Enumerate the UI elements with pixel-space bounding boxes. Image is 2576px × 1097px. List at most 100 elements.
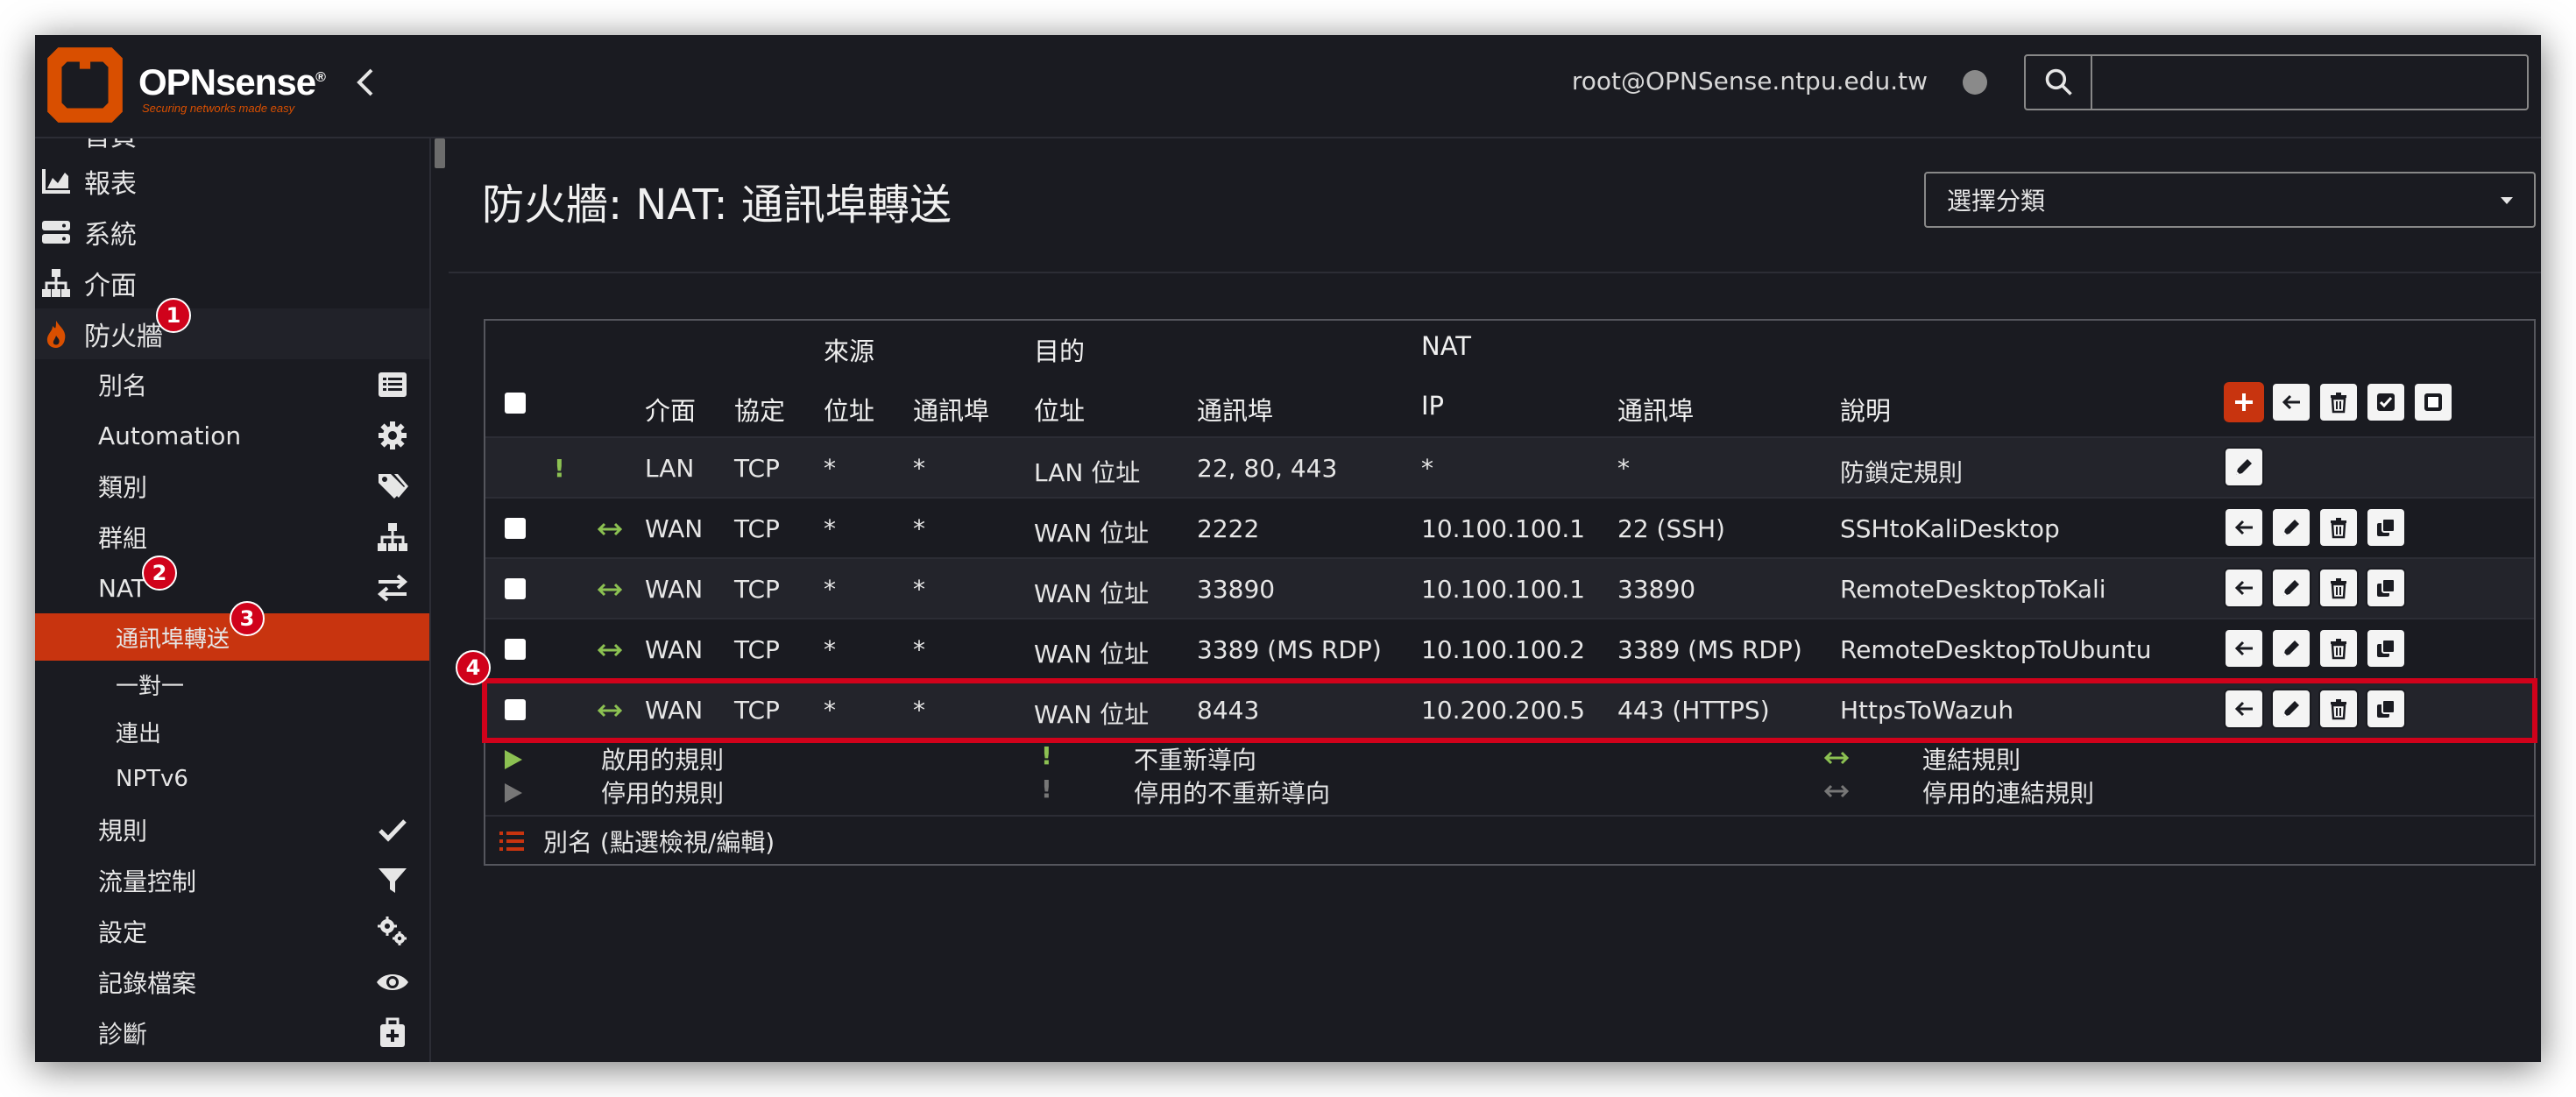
trash-icon xyxy=(2331,393,2346,414)
play-enabled-icon xyxy=(505,750,522,769)
cell-dst-port: 2222 xyxy=(1197,514,1260,543)
sidebar-item-categories[interactable]: 類別 xyxy=(35,461,429,512)
cell-src-port: * xyxy=(913,514,925,543)
delete-rule-button[interactable] xyxy=(2318,568,2359,608)
group-header-destination: 目的 xyxy=(1034,336,1086,366)
pencil-icon xyxy=(2283,641,2299,656)
page-title: 防火牆: NAT: 通訊埠轉送 xyxy=(482,180,952,230)
col-header-src-port[interactable]: 通訊埠 xyxy=(913,391,989,428)
sidebar-item-shaper[interactable]: 流量控制 xyxy=(35,855,429,906)
sidebar-scrollbar[interactable] xyxy=(431,138,449,1062)
delete-rule-button[interactable] xyxy=(2318,689,2359,729)
move-rule-button[interactable] xyxy=(2224,568,2264,608)
select-all-checkbox[interactable] xyxy=(505,393,526,414)
opnsense-window: OPNsense® Securing networks made easy ro… xyxy=(35,35,2541,1062)
sidebar-item-diagnostics[interactable]: 診斷 xyxy=(35,1008,429,1058)
table-header: 介面 協定 位址 通訊埠 位址 通訊埠 IP 通訊埠 說明 xyxy=(485,373,2534,438)
move-rule-button[interactable] xyxy=(2224,628,2264,669)
row-checkbox[interactable] xyxy=(505,699,526,720)
user-label[interactable]: root@OPNSense.ntpu.edu.tw xyxy=(1572,67,1928,96)
chevron-left-icon[interactable] xyxy=(349,65,384,100)
search-input[interactable] xyxy=(2091,54,2529,110)
sidebar-item-log-files[interactable]: 記錄檔案 xyxy=(35,957,429,1008)
col-header-nat-ip[interactable]: IP xyxy=(1421,391,1444,421)
sidebar-item-firewall[interactable]: 防火牆 1 xyxy=(35,298,429,359)
linked-rule-icon[interactable] xyxy=(596,641,624,660)
category-select[interactable]: 選擇分類 xyxy=(1924,172,2536,228)
sidebar-item-automation[interactable]: Automation xyxy=(35,410,429,461)
cell-src-address: * xyxy=(824,454,836,483)
row-checkbox[interactable] xyxy=(505,578,526,599)
alias-list-icon xyxy=(499,832,524,851)
col-header-dst-address[interactable]: 位址 xyxy=(1034,391,1085,428)
legend-linked: 連結規則 xyxy=(1922,746,2021,775)
sidebar-item-groups[interactable]: 群組 xyxy=(35,512,429,563)
sidebar-item-system[interactable]: 系統 xyxy=(35,207,429,258)
col-header-src-address[interactable]: 位址 xyxy=(824,391,874,428)
col-header-interface[interactable]: 介面 xyxy=(645,391,696,428)
move-rule-button[interactable] xyxy=(2224,689,2264,729)
col-header-dst-port[interactable]: 通訊埠 xyxy=(1197,391,1273,428)
table-row[interactable]: WAN TCP * * WAN 位址 2222 10.100.100.1 22 (SSH) SS… xyxy=(485,499,2534,559)
brand-text: OPNsense xyxy=(138,61,316,103)
table-row[interactable]: ! LAN TCP * * LAN 位址 22, 80, 443 * * 防鎖定… xyxy=(485,438,2534,499)
linked-rule-icon[interactable] xyxy=(596,580,624,599)
col-header-description[interactable]: 說明 xyxy=(1840,391,1891,428)
move-selected-button[interactable] xyxy=(2271,382,2311,422)
edit-rule-button[interactable] xyxy=(2271,628,2311,669)
clone-rule-button[interactable] xyxy=(2366,507,2406,548)
brand-tagline: Securing networks made easy xyxy=(142,102,295,115)
opnsense-logo-icon[interactable] xyxy=(40,40,130,130)
linked-rule-icon[interactable] xyxy=(596,701,624,720)
row-checkbox[interactable] xyxy=(505,518,526,539)
sidebar-item-reports[interactable]: 報表 xyxy=(35,156,429,207)
clone-rule-button[interactable] xyxy=(2366,628,2406,669)
delete-selected-button[interactable] xyxy=(2318,382,2359,422)
disable-selected-button[interactable] xyxy=(2413,382,2453,422)
annotation-badge: 3 xyxy=(230,601,265,636)
cell-src-port: * xyxy=(913,635,925,664)
col-header-nat-port[interactable]: 通訊埠 xyxy=(1617,391,1694,428)
tags-icon xyxy=(379,474,408,499)
server-icon xyxy=(42,221,70,244)
sidebar-item-nptv6[interactable]: NPTv6 xyxy=(35,755,429,803)
search-button[interactable] xyxy=(2024,54,2092,110)
edit-rule-button[interactable] xyxy=(2271,507,2311,548)
cell-protocol: TCP xyxy=(734,696,780,725)
cell-dst-port: 22, 80, 443 xyxy=(1197,454,1338,483)
row-checkbox[interactable] xyxy=(505,639,526,660)
sidebar-item-nat[interactable]: NAT 2 xyxy=(35,556,429,613)
linked-rule-icon[interactable] xyxy=(596,520,624,539)
status-dot-icon xyxy=(1963,70,1987,95)
edit-rule-button[interactable] xyxy=(2271,568,2311,608)
add-rule-button[interactable] xyxy=(2224,382,2264,422)
sidebar-item-port-forward[interactable]: 通訊埠轉送 3 xyxy=(35,601,429,661)
cell-protocol: TCP xyxy=(734,454,780,483)
sidebar-item-one-to-one[interactable]: 一對一 xyxy=(35,661,429,708)
table-row[interactable]: WAN TCP * * WAN 位址 8443 10.200.200.5 443 (HTTPS… xyxy=(485,680,2534,740)
sidebar-item-interfaces[interactable]: 介面 xyxy=(35,258,429,308)
edit-rule-button[interactable] xyxy=(2271,689,2311,729)
move-rule-button[interactable] xyxy=(2224,507,2264,548)
legend-no-redirect: 不重新導向 xyxy=(1134,746,1257,775)
sidebar-item-rules[interactable]: 規則 xyxy=(35,804,429,855)
filter-icon xyxy=(379,868,407,893)
table-row[interactable]: WAN TCP * * WAN 位址 33890 10.100.100.1 33890 Remo… xyxy=(485,559,2534,619)
clone-rule-button[interactable] xyxy=(2366,568,2406,608)
sidebar-item-aliases[interactable]: 別名 xyxy=(35,359,429,410)
delete-rule-button[interactable] xyxy=(2318,507,2359,548)
sidebar-scrollbar-thumb[interactable] xyxy=(435,138,445,168)
sidebar-item-settings[interactable]: 設定 xyxy=(35,906,429,957)
sidebar-item-outbound[interactable]: 連出 xyxy=(35,708,429,755)
edit-rule-button[interactable] xyxy=(2224,447,2264,487)
port-forward-table: 來源 目的 NAT 介面 協定 位址 通訊埠 位址 通訊埠 IP 通訊埠 說明 xyxy=(456,319,2537,866)
exchange-icon xyxy=(377,574,408,602)
delete-rule-button[interactable] xyxy=(2318,628,2359,669)
col-header-protocol[interactable]: 協定 xyxy=(734,391,785,428)
trash-icon xyxy=(2331,578,2346,599)
clone-rule-button[interactable] xyxy=(2366,689,2406,729)
table-row[interactable]: WAN TCP * * WAN 位址 3389 (MS RDP) 10.100.100.2 3… xyxy=(485,619,2534,680)
enable-selected-button[interactable] xyxy=(2366,382,2406,422)
cell-dst-address: LAN 位址 xyxy=(1034,458,1141,487)
cell-dst-port: 33890 xyxy=(1197,575,1276,604)
